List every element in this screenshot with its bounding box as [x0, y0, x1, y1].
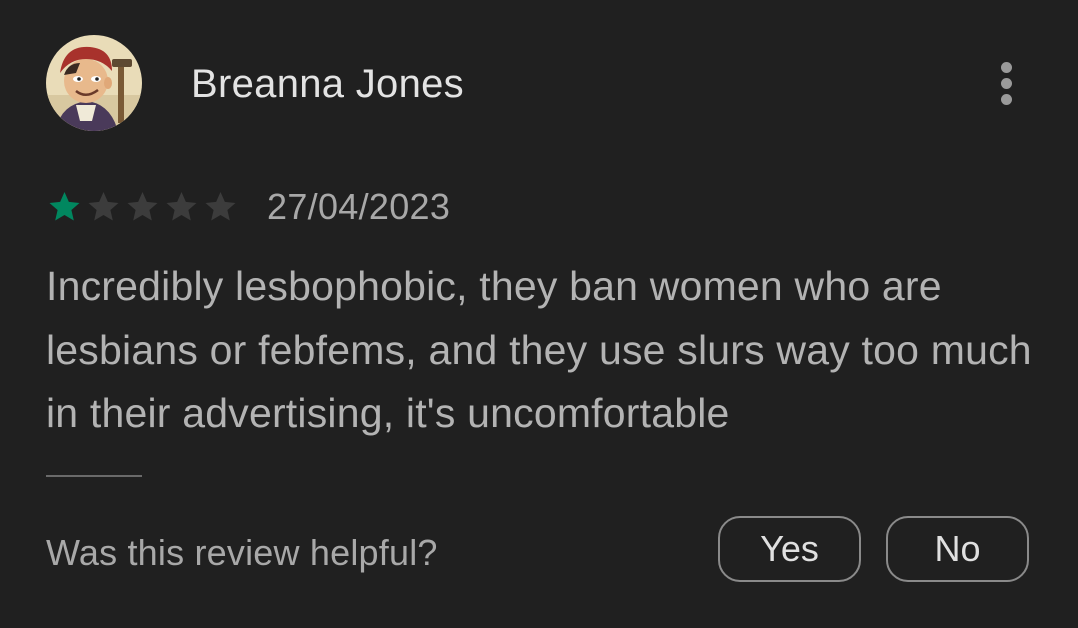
cartoon-character-avatar-icon: [46, 35, 142, 131]
review-date: 27/04/2023: [267, 186, 451, 227]
review-text: Incredibly lesbophobic, they ban women w…: [46, 263, 1032, 436]
star-filled-icon: [49, 192, 80, 221]
author-avatar[interactable]: [46, 35, 142, 131]
more-vert-icon-dot: [1001, 78, 1012, 89]
star-empty-icon: [166, 192, 197, 221]
star-empty-icon: [205, 192, 236, 221]
more-options-button[interactable]: [986, 56, 1026, 112]
author-name: Breanna Jones: [191, 62, 464, 106]
helpful-yes-button[interactable]: Yes: [718, 516, 861, 582]
divider: [46, 475, 142, 477]
more-vert-icon-dot: [1001, 94, 1012, 105]
helpful-question: Was this review helpful?: [46, 532, 438, 573]
review-card: Breanna Jones 27/04/2023 Incredibly lesb…: [0, 0, 1078, 628]
more-vert-icon: [1001, 62, 1012, 73]
star-empty-icon: [88, 192, 119, 221]
star-rating: [46, 189, 241, 225]
star-empty-icon: [127, 192, 158, 221]
helpful-no-button[interactable]: No: [886, 516, 1029, 582]
